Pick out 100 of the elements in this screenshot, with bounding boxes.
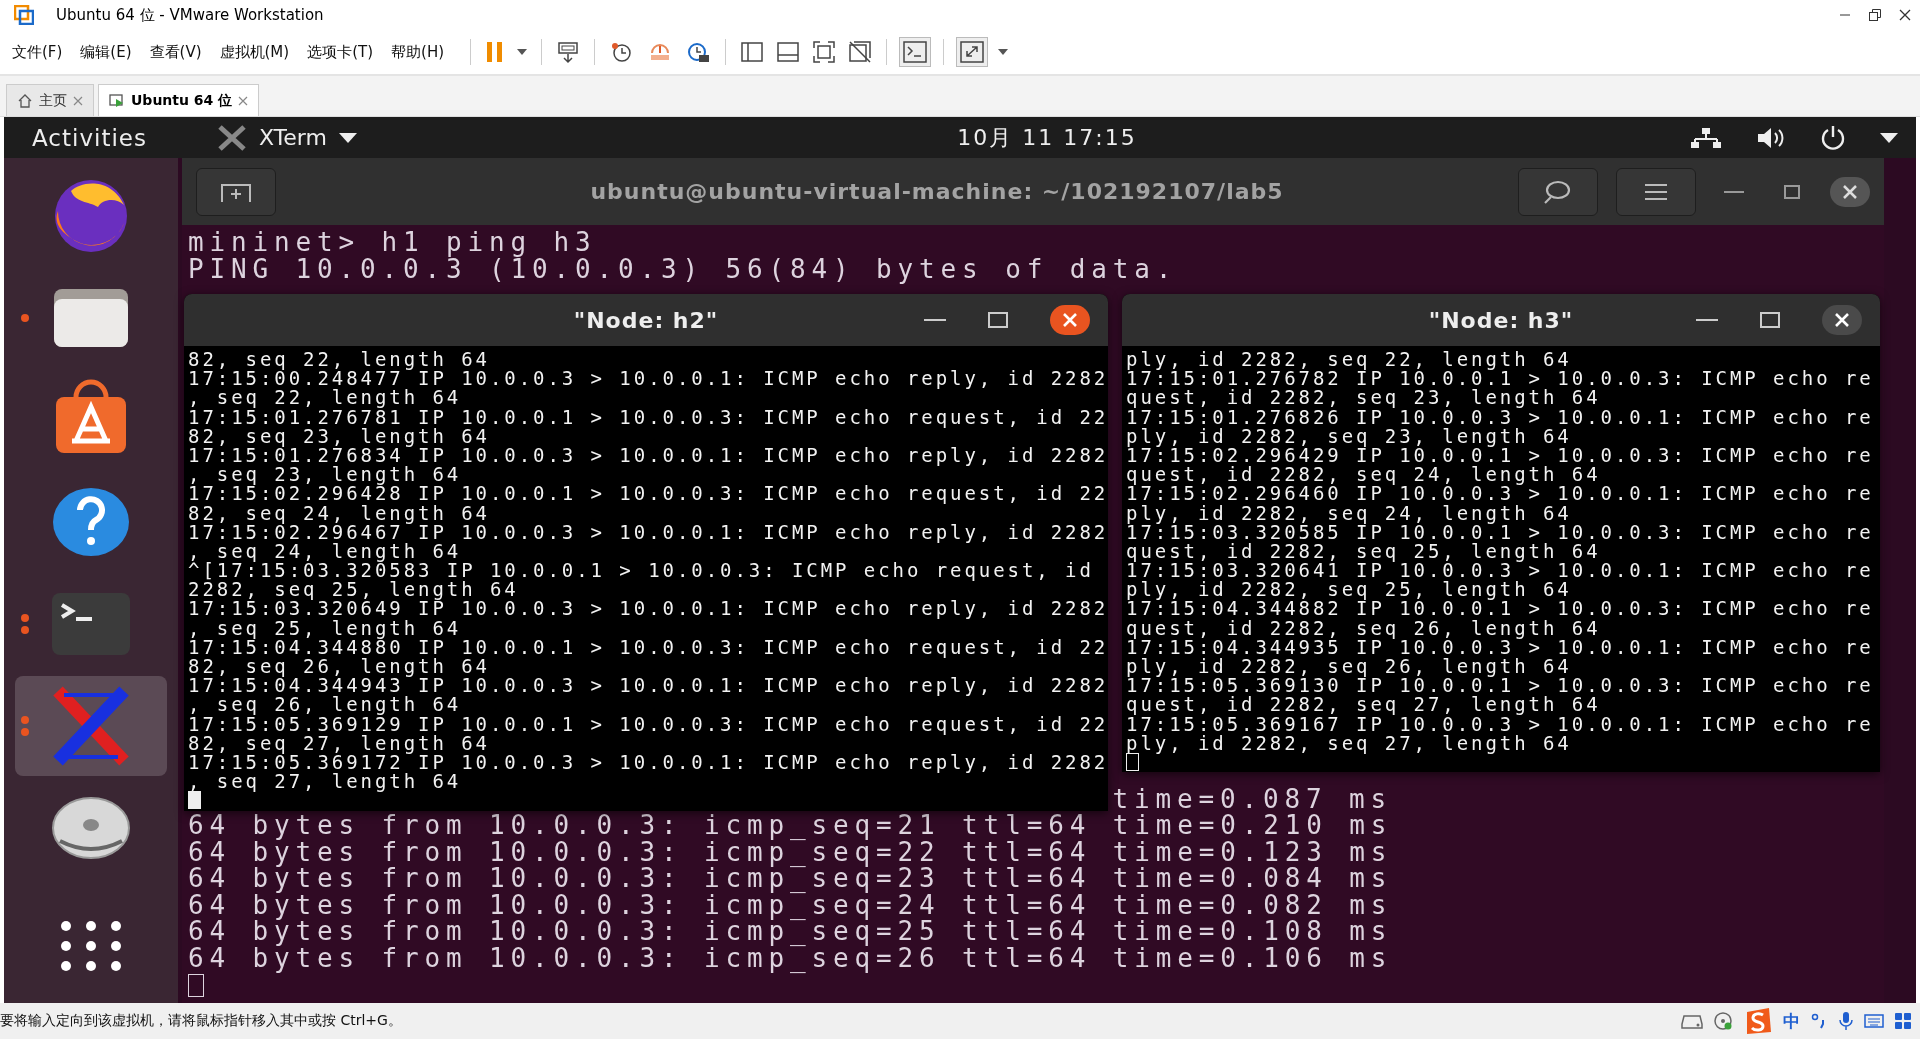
- terminal-line: ^[17:15:03.320583 IP 10.0.0.1 > 10.0.0.3: ICMP echo request, id: [188, 561, 1095, 581]
- window-title: "Node: h3": [1428, 307, 1574, 333]
- close-icon[interactable]: [1830, 176, 1870, 207]
- microphone-icon[interactable]: [1838, 1011, 1854, 1031]
- caret-icon[interactable]: [338, 132, 357, 143]
- grid-icon[interactable]: [1894, 1012, 1912, 1030]
- search-button[interactable]: [1518, 167, 1598, 216]
- terminal-line: 17:15:03.320585 IP 10.0.0.1 > 10.0.0.3: ICMP echo re: [1126, 522, 1875, 542]
- terminal-line: 17:15:01.276826 IP 10.0.0.3 > 10.0.0.1: ICMP echo re: [1126, 407, 1875, 427]
- maximize-icon[interactable]: [1784, 184, 1800, 199]
- window-title: Ubuntu 64 位 - VMware Workstation: [56, 5, 324, 25]
- terminal-line: 17:15:03.320649 IP 10.0.0.3 > 10.0.0.1: ICMP echo reply, id 2282: [188, 599, 1108, 619]
- caret-icon[interactable]: [1880, 132, 1898, 143]
- power-icon[interactable]: [1820, 124, 1846, 151]
- minimize-icon[interactable]: [1696, 318, 1718, 322]
- terminal-line: , seq 22, length 64: [188, 388, 463, 408]
- terminal-line: quest, id 2282, seq 27, length 64: [1126, 695, 1602, 715]
- terminal-line: quest, id 2282, seq 24, length 64: [1126, 465, 1601, 485]
- terminal-line: ply, id 2282, seq 26, length 64: [1126, 657, 1572, 677]
- terminal-line: 17:15:01.276781 IP 10.0.0.1 > 10.0.0.3: ICMP echo request, id 22: [188, 407, 1108, 427]
- clock[interactable]: 10月 11 17:15: [957, 122, 1137, 153]
- terminal-line: 64 bytes from 10.0.0.3: icmp_seq=21 ttl=64 time=0.210 ms: [188, 812, 1394, 839]
- terminal-line: 17:15:02.296428 IP 10.0.0.1 > 10.0.0.3: ICMP echo request, id 22: [188, 484, 1108, 504]
- menu-icon: [1644, 182, 1668, 201]
- terminal-line: , seq 23, length 64: [188, 465, 463, 485]
- terminal-line: , seq 26, length 64: [188, 695, 463, 715]
- terminal-line: , seq 24, length 64: [188, 541, 463, 562]
- app-menu[interactable]: XTerm: [258, 125, 327, 150]
- cd-drive-icon[interactable]: [1713, 1011, 1733, 1031]
- tab[interactable]: 主页: [6, 84, 94, 116]
- terminal-line: 82, seq 22, length 64: [188, 350, 490, 370]
- restore-icon[interactable]: [1868, 8, 1882, 22]
- terminal-line: 82, seq 24, length 64: [188, 503, 491, 523]
- menu-item[interactable]: 帮助(H): [391, 42, 444, 62]
- terminal-line: 17:15:05.369129 IP 10.0.0.1 > 10.0.0.3: ICMP echo request, id 22: [188, 714, 1108, 734]
- vm-running-icon: [109, 92, 125, 109]
- new-tab-button[interactable]: [196, 167, 276, 216]
- app-logo-icon: [14, 5, 34, 25]
- menu-item[interactable]: 编辑(E): [80, 42, 132, 62]
- close-icon: [1063, 313, 1077, 327]
- text-cursor: [1126, 752, 1139, 771]
- text-cursor: [188, 974, 204, 997]
- maximize-icon[interactable]: [1760, 312, 1780, 328]
- terminal-line: 17:15:05.369167 IP 10.0.0.3 > 10.0.0.1: ICMP echo re: [1126, 714, 1875, 734]
- thumbnail-view-icon[interactable]: [776, 40, 800, 64]
- menu-item[interactable]: 文件(F): [12, 42, 63, 62]
- running-indicator: [21, 716, 29, 736]
- text-cursor: [188, 791, 201, 810]
- window-title: ubuntu@ubuntu-virtual-machine: ~/102192107/lab5: [590, 179, 1284, 204]
- menu-item[interactable]: 选项卡(T): [307, 42, 374, 62]
- stretch-icon[interactable]: [956, 37, 988, 67]
- terminal-line: 82, seq 26, length 64: [188, 657, 490, 677]
- caret-icon[interactable]: [998, 49, 1008, 55]
- input-mode[interactable]: 中: [1783, 1009, 1800, 1033]
- terminal-line: ply, id 2282, seq 27, length 64: [1126, 733, 1573, 753]
- terminal-line: 17:15:04.344882 IP 10.0.0.1 > 10.0.0.3: ICMP echo re: [1126, 599, 1875, 619]
- tab[interactable]: Ubuntu 64 位: [98, 84, 260, 116]
- home-icon: [17, 92, 33, 109]
- close-button[interactable]: [1822, 305, 1862, 335]
- terminal-line: time=0.087 ms: [1112, 785, 1394, 812]
- maximize-icon[interactable]: [988, 312, 1008, 328]
- terminal-line: ply, id 2282, seq 24, length 64: [1126, 503, 1573, 523]
- terminal-line: , seq 25, length 64: [188, 618, 463, 638]
- minimize-icon[interactable]: [924, 318, 946, 322]
- terminal-line: 17:15:02.296429 IP 10.0.0.1 > 10.0.0.3: ICMP echo re: [1126, 445, 1875, 466]
- close-button[interactable]: [1050, 305, 1090, 335]
- snapshot-manager-icon[interactable]: [685, 40, 711, 64]
- minimize-icon[interactable]: [1724, 189, 1744, 194]
- network-icon[interactable]: [1690, 126, 1722, 149]
- running-indicator: [21, 614, 29, 634]
- close-icon: [1835, 313, 1849, 327]
- activities-button[interactable]: Activities: [32, 124, 147, 151]
- unity-view-icon[interactable]: [848, 40, 872, 64]
- running-indicator: [21, 314, 29, 322]
- terminal-line: ply, id 2282, seq 23, length 64: [1126, 426, 1573, 446]
- tab-label: Ubuntu 64 位: [131, 91, 233, 110]
- status-message: 要将输入定向到该虚拟机，请将鼠标指针移入其中或按 Ctrl+G。: [0, 1012, 402, 1030]
- menu-item[interactable]: 虚拟机(M): [219, 42, 290, 62]
- terminal-line: , seq 27, length 64: [188, 772, 463, 792]
- terminal-line: quest, id 2282, seq 23, length 64: [1126, 388, 1602, 408]
- console-icon[interactable]: [899, 37, 931, 67]
- terminal-line: quest, id 2282, seq 26, length 64: [1126, 618, 1602, 638]
- close-icon[interactable]: [1898, 8, 1912, 22]
- caret-icon[interactable]: [517, 49, 527, 55]
- sidebar-view-icon[interactable]: [740, 40, 764, 64]
- terminal-line: 17:15:03.320641 IP 10.0.0.3 > 10.0.0.1: ICMP echo re: [1126, 561, 1875, 581]
- volume-icon[interactable]: [1756, 126, 1786, 149]
- menu-item[interactable]: 查看(V): [149, 42, 202, 62]
- terminal-line: 17:15:04.344880 IP 10.0.0.1 > 10.0.0.3: ICMP echo request, id 22: [188, 637, 1108, 657]
- keyboard-icon[interactable]: [1864, 1013, 1884, 1029]
- terminal-line: 17:15:02.296460 IP 10.0.0.3 > 10.0.0.1: ICMP echo re: [1126, 484, 1875, 504]
- search-icon: [1543, 179, 1573, 204]
- terminal-line: 2282, seq 25, length 64: [188, 580, 519, 600]
- tab-label: 主页: [39, 91, 67, 110]
- terminal-line: 82, seq 23, length 64: [188, 426, 491, 446]
- x-logo-icon: [216, 124, 247, 151]
- menu-button[interactable]: [1616, 167, 1696, 216]
- full-screen-view-icon[interactable]: [812, 40, 836, 64]
- terminal-line: 82, seq 27, length 64: [188, 733, 491, 753]
- send-keys-icon[interactable]: [556, 40, 580, 64]
